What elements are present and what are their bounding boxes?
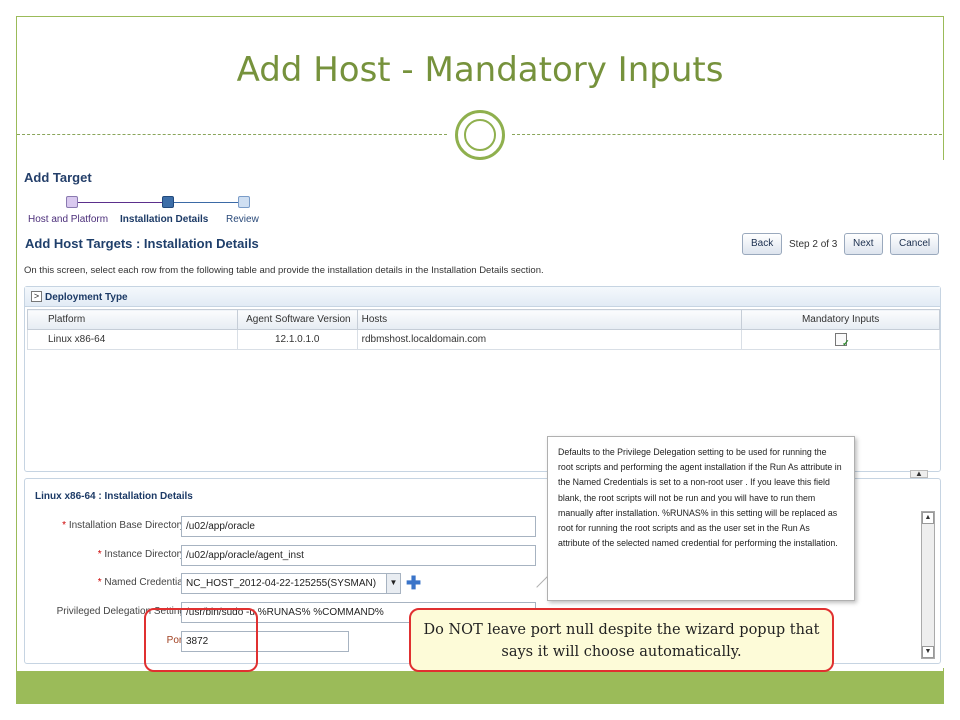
- scroll-up-icon[interactable]: ▲: [922, 512, 934, 524]
- instructions-text: On this screen, select each row from the…: [24, 265, 544, 276]
- wizard-train: Host and Platform Installation Details R…: [22, 194, 302, 234]
- document-check-icon[interactable]: ✓: [834, 333, 850, 348]
- cell-hosts: rdbmshost.localdomain.com: [356, 329, 743, 350]
- cell-mandatory-inputs[interactable]: ✓: [741, 329, 940, 350]
- add-credential-plus-icon[interactable]: ✚: [406, 574, 421, 592]
- cell-platform: Linux x86-64: [27, 329, 238, 350]
- next-button[interactable]: Next: [844, 233, 883, 255]
- chevron-down-icon[interactable]: ▼: [386, 574, 400, 593]
- deployment-type-title: Deployment Type: [45, 292, 128, 303]
- port-highlight-box: [144, 608, 258, 672]
- column-header-hosts[interactable]: Hosts: [356, 309, 743, 330]
- train-connector: [174, 202, 238, 203]
- base-dir-label: * Installation Base Directory: [62, 520, 185, 531]
- cell-agent-version: 12.1.0.1.0: [236, 329, 358, 350]
- chevron-right-icon[interactable]: >: [31, 291, 42, 302]
- column-header-platform[interactable]: Platform: [27, 309, 238, 330]
- page-heading: Add Host Targets : Installation Details: [25, 236, 259, 251]
- details-scrollbar[interactable]: ▲ ▼: [921, 511, 935, 659]
- base-dir-input[interactable]: /u02/app/oracle: [181, 516, 536, 537]
- deployment-type-header[interactable]: > Deployment Type: [25, 287, 940, 307]
- footer-band: [17, 671, 943, 703]
- base-dir-label-text: Installation Base Directory: [68, 520, 185, 531]
- train-label-host-platform[interactable]: Host and Platform: [28, 214, 108, 225]
- required-marker: *: [62, 520, 67, 531]
- table-header-row: Platform Agent Software Version Hosts Ma…: [27, 309, 940, 330]
- cancel-button[interactable]: Cancel: [890, 233, 940, 255]
- port-warning-callout: Do NOT leave port null despite the wizar…: [409, 608, 834, 672]
- decorative-ring-icon: [455, 110, 505, 160]
- train-stop-installation-details: [162, 196, 174, 208]
- installation-details-title: Linux x86-64 : Installation Details: [35, 491, 193, 502]
- train-stop-host-platform[interactable]: [66, 196, 78, 208]
- splitter-collapse-icon[interactable]: ▲: [910, 470, 928, 478]
- named-credential-value: NC_HOST_2012-04-22-125255(SYSMAN): [186, 578, 377, 589]
- train-stop-review[interactable]: [238, 196, 250, 208]
- column-header-mandatory-inputs[interactable]: Mandatory Inputs: [741, 309, 940, 330]
- train-label-review[interactable]: Review: [226, 214, 259, 225]
- instance-dir-label-text: Instance Directory: [104, 549, 185, 560]
- step-indicator: Step 2 of 3: [789, 239, 838, 250]
- column-header-agent-version[interactable]: Agent Software Version: [236, 309, 358, 330]
- title-divider-right: [512, 134, 942, 135]
- required-marker: *: [97, 549, 102, 560]
- named-credential-label: * Named Credential: [98, 577, 185, 588]
- instance-dir-input[interactable]: /u02/app/oracle/agent_inst: [181, 545, 536, 566]
- train-connector: [76, 202, 162, 203]
- deployment-table: Platform Agent Software Version Hosts Ma…: [27, 309, 940, 350]
- app-window: Add Target Host and Platform Installatio…: [22, 160, 944, 668]
- slide-title: Add Host - Mandatory Inputs: [236, 50, 724, 90]
- train-label-installation-details: Installation Details: [120, 214, 209, 225]
- scroll-down-icon[interactable]: ▼: [922, 646, 934, 658]
- back-button[interactable]: Back: [742, 233, 783, 255]
- check-icon: ✓: [842, 338, 850, 348]
- instance-dir-label: * Instance Directory: [98, 549, 185, 560]
- named-credential-select[interactable]: NC_HOST_2012-04-22-125255(SYSMAN) ▼: [181, 573, 401, 594]
- table-row[interactable]: Linux x86-64 12.1.0.1.0 rdbmshost.locald…: [27, 329, 940, 350]
- app-header-title: Add Target: [24, 170, 92, 185]
- title-divider-left: [17, 134, 447, 135]
- decorative-ring-inner: [464, 119, 496, 151]
- required-marker: *: [97, 577, 102, 588]
- named-credential-label-text: Named Credential: [104, 577, 185, 588]
- privilege-delegation-tooltip: Defaults to the Privilege Delegation set…: [547, 436, 855, 601]
